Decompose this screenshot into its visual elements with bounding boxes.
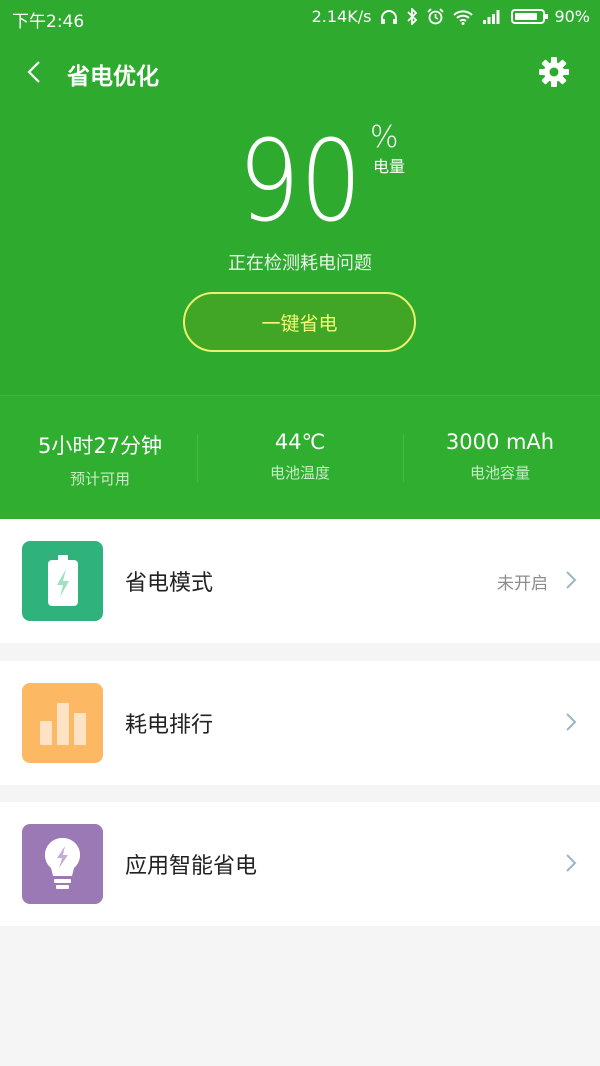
stat-remaining-time: 5小时27分钟 预计可用 xyxy=(0,430,200,489)
chevron-right-icon xyxy=(566,713,577,731)
menu-item-power-saving-mode[interactable]: 省电模式 未开启 xyxy=(0,519,600,643)
chevron-right-icon xyxy=(566,854,577,872)
page-title: 省电优化 xyxy=(67,64,159,90)
menu-status: 未开启 xyxy=(497,574,548,594)
menu-label: 耗电排行 xyxy=(125,713,214,738)
status-bar: 下午2:46 2.14K/s 90% xyxy=(0,0,600,36)
gear-icon[interactable] xyxy=(538,56,570,88)
battery-level-value: 90 xyxy=(238,120,362,230)
battery-level-digits: 90 xyxy=(238,120,362,230)
signal-icon xyxy=(483,10,500,24)
menu-item-power-ranking[interactable]: 耗电排行 xyxy=(0,661,600,785)
stat-value: 5小时27分钟 xyxy=(37,434,163,458)
stat-temperature: 44℃ 电池温度 xyxy=(200,430,400,483)
stat-label: 预计可用 xyxy=(69,470,130,488)
menu-label: 应用智能省电 xyxy=(125,854,258,879)
one-click-save-button[interactable]: 一键省电 xyxy=(183,292,416,352)
menu-label: 省电模式 xyxy=(125,571,214,596)
lightbulb-icon xyxy=(22,824,103,904)
bar-chart-icon xyxy=(22,683,103,763)
stat-value: 3000 mAh xyxy=(445,430,555,454)
chevron-right-icon xyxy=(566,571,577,589)
detecting-status: 正在检测耗电问题 xyxy=(228,253,372,274)
battery-status-icon xyxy=(511,9,549,24)
battery-level-display: 90 % 电量 xyxy=(0,110,600,230)
wifi-icon xyxy=(453,9,474,25)
status-time: 下午2:46 xyxy=(12,12,85,32)
network-speed: 2.14K/s xyxy=(311,7,372,26)
stat-label: 电池容量 xyxy=(469,464,530,482)
header: 省电优化 xyxy=(0,44,600,100)
menu-item-smart-app-saving[interactable]: 应用智能省电 xyxy=(0,802,600,926)
chevron-left-icon[interactable] xyxy=(22,56,50,88)
stat-label: 电池温度 xyxy=(269,464,330,482)
stat-capacity: 3000 mAh 电池容量 xyxy=(400,430,600,483)
stat-separator xyxy=(197,434,198,482)
stat-value: 44℃ xyxy=(274,430,326,454)
alarm-icon xyxy=(427,8,445,25)
headphones-icon xyxy=(381,9,398,24)
status-right: 2.14K/s 90% xyxy=(312,7,590,26)
battery-percent: 90% xyxy=(554,7,590,26)
bluetooth-icon xyxy=(407,8,418,25)
battery-charging-icon xyxy=(22,541,103,621)
battery-unit-label: 电量 xyxy=(373,157,406,176)
battery-stats: 5小时27分钟 预计可用 44℃ 电池温度 3000 mAh 电池容量 xyxy=(0,396,600,519)
percent-sign: % xyxy=(370,120,399,155)
battery-panel: 下午2:46 2.14K/s 90% 省电优化 90 % 电量 正在检测耗电问题… xyxy=(0,0,600,519)
